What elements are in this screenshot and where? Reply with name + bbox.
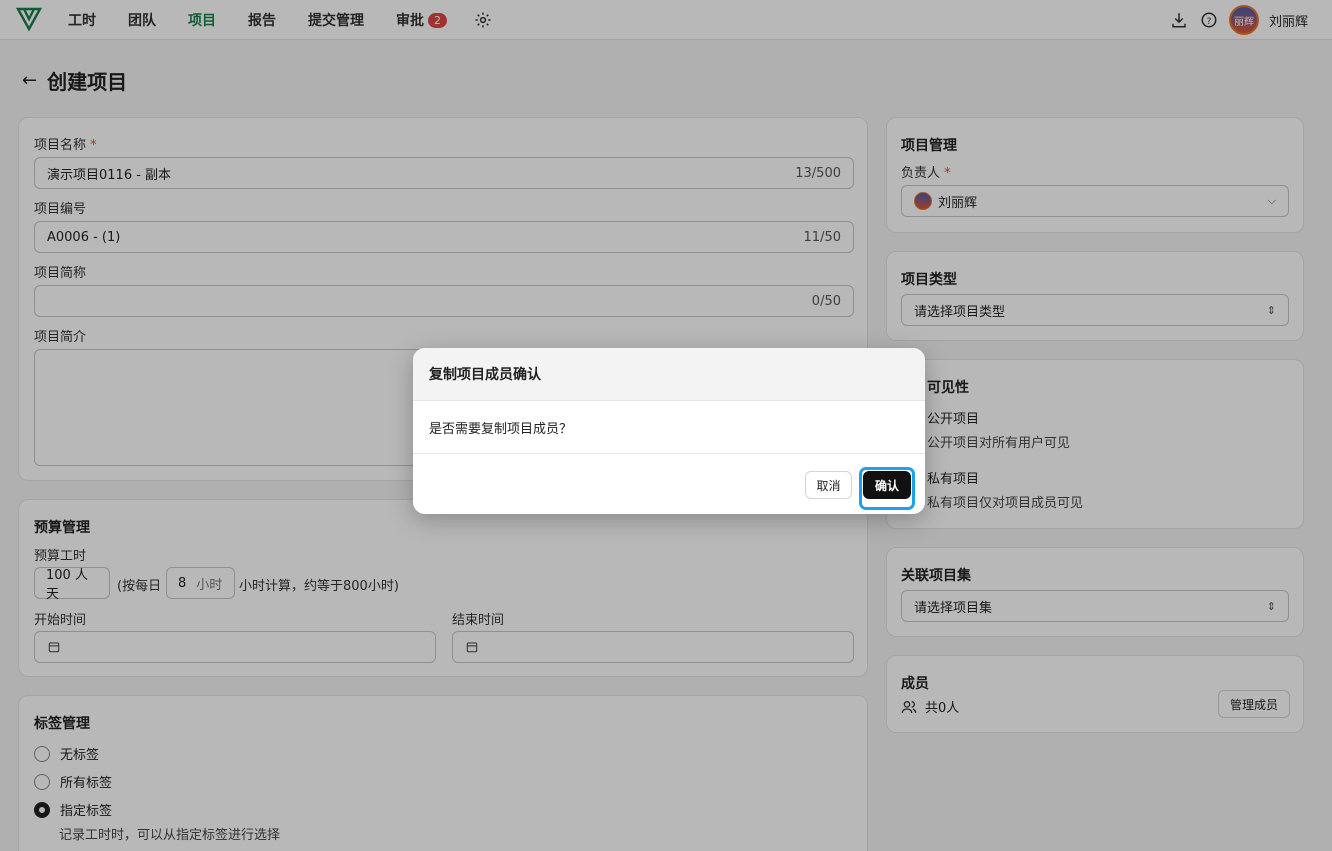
copy-members-dialog: 复制项目成员确认 是否需要复制项目成员？ 取消 确认 [413, 348, 925, 514]
cancel-button[interactable]: 取消 [805, 471, 852, 499]
dialog-title: 复制项目成员确认 [413, 348, 925, 401]
confirm-button[interactable]: 确认 [863, 471, 911, 499]
dialog-message: 是否需要复制项目成员？ [413, 401, 925, 454]
dialog-footer: 取消 确认 [413, 454, 925, 514]
